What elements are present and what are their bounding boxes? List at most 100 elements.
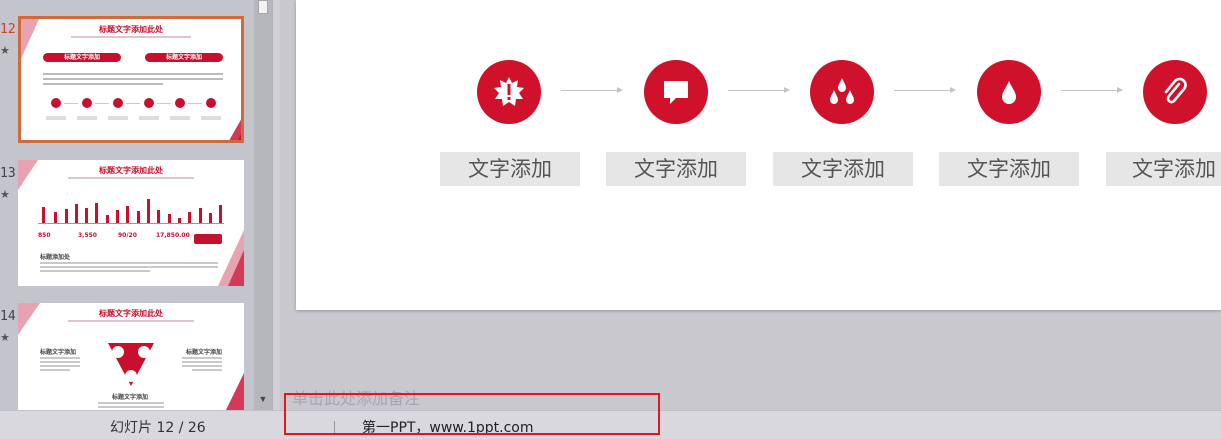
thumbnail-bar <box>137 211 140 223</box>
thumbnail-bottom-heading: 标题文字添加 <box>112 394 149 401</box>
thumbnail-bar <box>209 213 212 223</box>
status-separator <box>334 421 335 433</box>
thumbnail-text-line <box>40 361 80 363</box>
slide-counter: 幻灯片 12 / 26 <box>110 420 206 436</box>
thumbnail-triangle-graphic <box>108 343 154 386</box>
thumbnail-bar <box>219 205 222 223</box>
thumbnail-bar <box>157 210 160 223</box>
slide-thumbnail-13[interactable]: 标题文字添加此处 850 3,550 90/20 17,850.00 标题添加处 <box>18 160 244 286</box>
thumbnail-text-line <box>43 83 163 85</box>
step-connector-arrow <box>561 87 623 93</box>
thumbnail-bar <box>116 210 119 223</box>
thumbnail-text-line <box>40 266 218 268</box>
starburst-alert-icon <box>494 77 524 106</box>
step-connector-arrow <box>728 87 790 93</box>
thumbnail-arrow <box>188 103 202 104</box>
thumbnail-bar <box>126 206 129 223</box>
thumbnail-text-line <box>182 357 222 359</box>
step-label-4[interactable]: 文字添加 <box>939 152 1079 186</box>
thumbnail-bar <box>85 208 88 223</box>
thumbnail-text-line <box>43 73 223 75</box>
thumbnail-title: 标题文字添加此处 <box>99 25 163 34</box>
step-circle-5[interactable] <box>1143 60 1207 124</box>
thumbnail-text-line <box>192 369 222 371</box>
thumbnail-step-label <box>201 116 221 120</box>
thumbnail-bar <box>199 208 202 223</box>
slide-thumbnail-14[interactable]: 标题文字添加此处 标题文字添加 标题文字添加 标题文字添加 <box>18 303 244 410</box>
thumbnail-step-dot <box>206 98 216 108</box>
paperclip-icon <box>1164 77 1187 104</box>
thumbnail-bar <box>54 212 57 223</box>
animation-star-icon: ★ <box>0 332 10 344</box>
scroll-down-arrow-icon[interactable]: ▼ <box>254 390 272 408</box>
thumbnail-subtitle <box>68 320 194 322</box>
theme-name[interactable]: 第一PPT，www.1ppt.com <box>362 417 533 437</box>
notes-pane[interactable]: 单击此处添加备注 <box>280 380 1221 410</box>
thumbnail-text-line <box>40 365 80 367</box>
thumbnail-step-dot <box>51 98 61 108</box>
thumbnail-title: 标题文字添加此处 <box>99 166 163 175</box>
thumbnail-arrow <box>64 103 78 104</box>
thumbnail-step-dot <box>82 98 92 108</box>
notes-placeholder-text: 单击此处添加备注 <box>292 389 421 408</box>
animation-star-icon: ★ <box>0 45 10 57</box>
animation-star-icon: ★ <box>0 189 10 201</box>
thumbnail-arrow <box>126 103 140 104</box>
thumbnail-pill-right: 标题文字添加 <box>145 53 223 62</box>
thumbnail-arrow <box>95 103 109 104</box>
thumbnail-step-label <box>108 116 128 120</box>
thumbnail-bar <box>42 207 45 223</box>
thumbnail-text-line <box>98 406 164 408</box>
thumbnail-step-dot <box>175 98 185 108</box>
step-label-2[interactable]: 文字添加 <box>606 152 746 186</box>
thumbnail-step-dot <box>144 98 154 108</box>
slide-number-12: 12 <box>0 22 16 37</box>
thumbnail-text-line <box>40 357 80 359</box>
slide-thumbnail-12[interactable]: 标题文字添加此处 标题文字添加 标题文字添加 <box>18 16 244 143</box>
status-bar: 幻灯片 12 / 26 第一PPT，www.1ppt.com <box>0 410 1221 439</box>
thumbnail-stat: 17,850.00 <box>156 232 190 239</box>
thumbnail-bar <box>188 212 191 223</box>
thumbnail-step-dot <box>113 98 123 108</box>
single-drop-icon <box>1002 81 1016 104</box>
step-circle-3[interactable] <box>810 60 874 124</box>
three-drops-icon <box>830 78 854 104</box>
thumbnail-stat: 3,550 <box>78 232 97 239</box>
thumbnail-stat: 90/20 <box>118 232 137 239</box>
thumbnail-text-line <box>40 369 70 371</box>
thumbnail-step-label <box>77 116 97 120</box>
step-label-3[interactable]: 文字添加 <box>773 152 913 186</box>
thumbnail-step-label <box>139 116 159 120</box>
thumbnail-bar <box>65 209 68 223</box>
thumbnail-bar <box>75 204 78 223</box>
speech-bubble-icon <box>664 81 688 104</box>
thumbnail-scrollbar[interactable]: ▼ <box>254 0 272 410</box>
thumbnail-bar <box>168 214 171 223</box>
thumbnail-right-heading: 标题文字添加 <box>186 349 223 356</box>
thumbnail-axis <box>38 223 224 224</box>
step-circle-4[interactable] <box>977 60 1041 124</box>
thumbnail-title: 标题文字添加此处 <box>99 309 163 318</box>
thumbnail-text-line <box>43 78 223 80</box>
thumbnail-subtitle <box>71 36 191 38</box>
thumbnail-step-label <box>170 116 190 120</box>
thumbnail-text-line <box>40 270 150 272</box>
thumbnail-subtitle <box>68 177 194 179</box>
thumbnail-bar <box>147 199 150 223</box>
thumbnail-text-line <box>40 262 218 264</box>
thumbnail-subheading: 标题添加处 <box>40 254 71 261</box>
step-circle-2[interactable] <box>644 60 708 124</box>
slide-number-14: 14 <box>0 309 16 324</box>
step-connector-arrow <box>1061 87 1123 93</box>
current-slide-canvas[interactable]: 文字添加 文字添加 文字添加 文字添加 文字添加 <box>296 0 1221 310</box>
step-circle-1[interactable] <box>477 60 541 124</box>
thumbnail-stat: 850 <box>38 232 51 239</box>
thumbnail-text-line <box>182 365 222 367</box>
slide-editing-area: 文字添加 文字添加 文字添加 文字添加 文字添加 <box>280 0 1221 380</box>
step-label-5[interactable]: 文字添加 <box>1106 152 1221 186</box>
step-connector-arrow <box>894 87 956 93</box>
thumbnail-step-label <box>46 116 66 120</box>
scrollbar-thumb[interactable] <box>258 0 268 14</box>
thumbnail-text-line <box>182 361 222 363</box>
step-label-1[interactable]: 文字添加 <box>440 152 580 186</box>
